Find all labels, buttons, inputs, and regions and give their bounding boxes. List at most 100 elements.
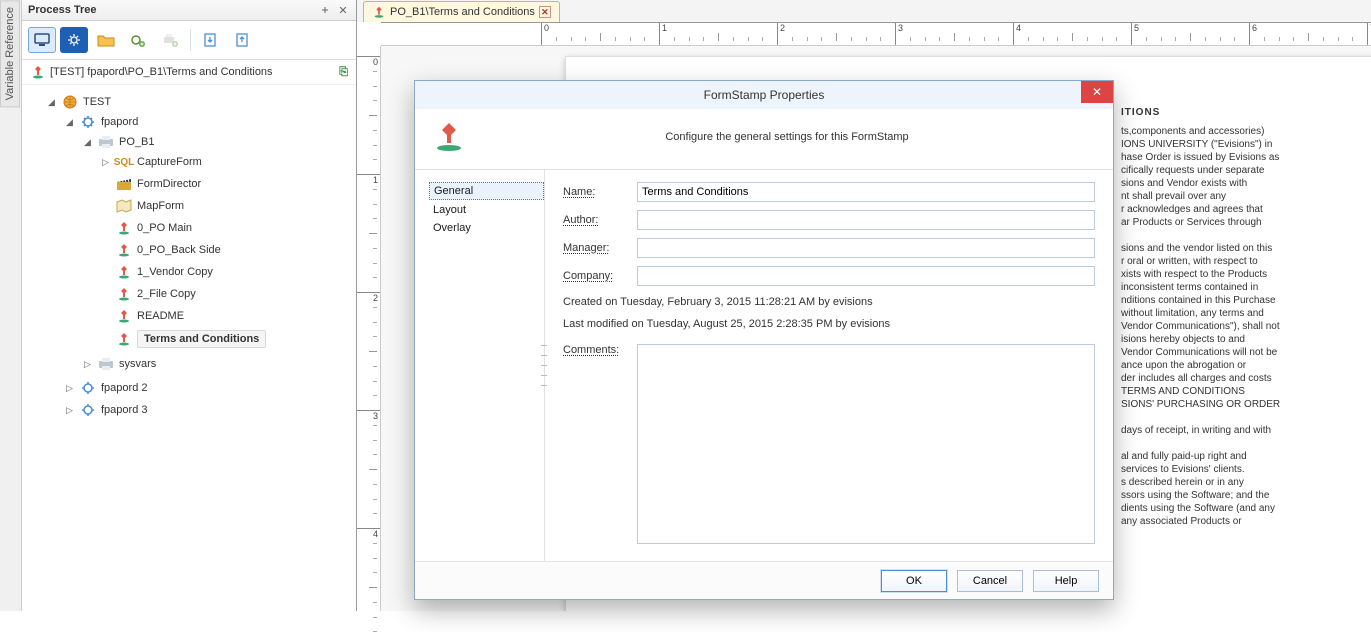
ruler-tick: 0 [357, 56, 380, 67]
company-field[interactable] [637, 266, 1095, 286]
stamp-icon [115, 331, 133, 347]
dialog-header: Configure the general settings for this … [415, 109, 1113, 170]
expand-toggle[interactable]: ◢ [46, 97, 57, 108]
add-gear-button[interactable] [124, 27, 152, 53]
close-panel-icon[interactable]: ✕ [336, 3, 350, 17]
monitor-button[interactable] [28, 27, 56, 53]
page-text-line: r acknowledges and agrees that [1121, 203, 1351, 216]
label-comments: Comments: [563, 344, 627, 356]
tree-node[interactable]: 2_File Copy [137, 288, 196, 300]
ok-button[interactable]: OK [881, 570, 947, 592]
page-text-line: ance upon the abrogation or [1121, 359, 1351, 372]
printer-icon [97, 134, 115, 150]
ruler-tick: 2 [357, 292, 380, 303]
created-meta: Created on Tuesday, February 3, 2015 11:… [563, 294, 1095, 314]
map-icon [115, 198, 133, 214]
tree-node[interactable]: PO_B1 [119, 136, 154, 148]
breadcrumb-text: [TEST] fpapord\PO_B1\Terms and Condition… [50, 66, 273, 78]
page-text-line: isions hereby objects to and [1121, 333, 1351, 346]
manager-field[interactable] [637, 238, 1095, 258]
ruler-tick: 4 [357, 528, 380, 539]
page-text-line: xists with respect to the Products [1121, 268, 1351, 281]
tree-node[interactable]: fpapord 3 [101, 404, 147, 416]
tree-node[interactable]: README [137, 310, 184, 322]
editor-tab-label: PO_B1\Terms and Conditions [390, 6, 535, 18]
nav-overlay[interactable]: Overlay [429, 220, 544, 236]
breadcrumb: [TEST] fpapord\PO_B1\Terms and Condition… [22, 60, 356, 85]
ruler-tick: 3 [895, 23, 903, 45]
comments-field[interactable] [637, 344, 1095, 544]
page-text-line: r oral or written, with respect to [1121, 255, 1351, 268]
dialog-titlebar[interactable]: FormStamp Properties ✕ [415, 81, 1113, 109]
tree-node[interactable]: 0_PO Main [137, 222, 192, 234]
add-printer-button[interactable] [156, 27, 184, 53]
label-name: Name: [563, 186, 627, 198]
locate-icon[interactable]: ⎘ [339, 66, 348, 79]
ruler-tick: 1 [659, 23, 667, 45]
nav-layout[interactable]: Layout [429, 202, 544, 218]
dialog-close-button[interactable]: ✕ [1081, 81, 1113, 103]
cancel-button[interactable]: Cancel [957, 570, 1023, 592]
page-text-line: Vendor Communications will not be [1121, 346, 1351, 359]
tree-view[interactable]: ◢ TEST ◢ fpapord ◢ PO_B1 [22, 85, 356, 611]
sql-icon: SQL [115, 154, 133, 170]
dialog-form: Name: Author: Manager: Company: Created … [545, 170, 1113, 561]
page-text-line: days of receipt, in writing and with [1121, 424, 1351, 437]
stamp-icon [115, 264, 133, 280]
help-button[interactable]: Help [1033, 570, 1099, 592]
process-tree-panel: Process Tree ✕ [TEST] fpapord\PO_B1\Term… [22, 0, 357, 611]
tree-node[interactable]: CaptureForm [137, 156, 202, 168]
author-field[interactable] [637, 210, 1095, 230]
page-text-line: al and fully paid-up right and [1121, 450, 1351, 463]
tree-node-root[interactable]: TEST [83, 96, 111, 108]
page-text-line: ts,components and accessories) [1121, 125, 1351, 138]
close-tab-icon[interactable]: ✕ [539, 6, 551, 18]
tree-node[interactable]: 1_Vendor Copy [137, 266, 213, 278]
tree-node[interactable]: 0_PO_Back Side [137, 244, 221, 256]
dialog-title: FormStamp Properties [704, 88, 825, 102]
stamp-icon [372, 5, 386, 19]
gear-icon [79, 114, 97, 130]
tree-node[interactable]: fpapord [101, 116, 138, 128]
export-button[interactable] [229, 27, 257, 53]
page-text-line [1121, 411, 1351, 424]
page-text-line: services to Evisions' clients. [1121, 463, 1351, 476]
ruler-tick: 6 [1249, 23, 1257, 45]
editor-tabbar: PO_B1\Terms and Conditions ✕ [357, 0, 1371, 22]
expand-toggle[interactable]: ◢ [64, 117, 75, 128]
pin-icon[interactable] [318, 3, 332, 17]
expand-toggle[interactable]: ▷ [100, 157, 111, 168]
tree-node[interactable]: FormDirector [137, 178, 201, 190]
printer-icon [97, 356, 115, 372]
open-folder-button[interactable] [92, 27, 120, 53]
name-field[interactable] [637, 182, 1095, 202]
expand-toggle[interactable]: ▷ [64, 383, 75, 394]
page-text-line: der includes all charges and costs [1121, 372, 1351, 385]
page-text-line: IONS UNIVERSITY ("Evisions") in [1121, 138, 1351, 151]
editor-tab[interactable]: PO_B1\Terms and Conditions ✕ [363, 1, 560, 22]
vertical-tab-bar: Variable Reference [0, 0, 22, 611]
tree-node[interactable]: sysvars [119, 358, 156, 370]
expand-toggle[interactable]: ▷ [82, 359, 93, 370]
tree-node[interactable]: MapForm [137, 200, 184, 212]
ruler-tick: 3 [357, 410, 380, 421]
page-text-line: nt shall prevail over any [1121, 190, 1351, 203]
nav-general[interactable]: General [429, 182, 544, 200]
gear-icon [79, 402, 97, 418]
page-text-line: inconsistent terms contained in [1121, 281, 1351, 294]
settings-button[interactable] [60, 27, 88, 53]
tree-node[interactable]: fpapord 2 [101, 382, 147, 394]
expand-toggle[interactable]: ◢ [82, 137, 93, 148]
expand-toggle[interactable]: ▷ [64, 405, 75, 416]
label-author: Author: [563, 214, 627, 226]
process-tree-titlebar: Process Tree ✕ [22, 0, 356, 21]
stamp-icon [30, 64, 46, 80]
ruler-tick: 0 [541, 23, 549, 45]
tree-node-selected[interactable]: Terms and Conditions [137, 330, 266, 348]
variable-reference-tab[interactable]: Variable Reference [0, 0, 20, 107]
splitter-grip-icon[interactable] [541, 341, 547, 391]
page-text-line: sions and the vendor listed on this [1121, 242, 1351, 255]
modified-meta: Last modified on Tuesday, August 25, 201… [563, 316, 1095, 336]
page-text-line: ar Products or Services through [1121, 216, 1351, 229]
import-button[interactable] [197, 27, 225, 53]
